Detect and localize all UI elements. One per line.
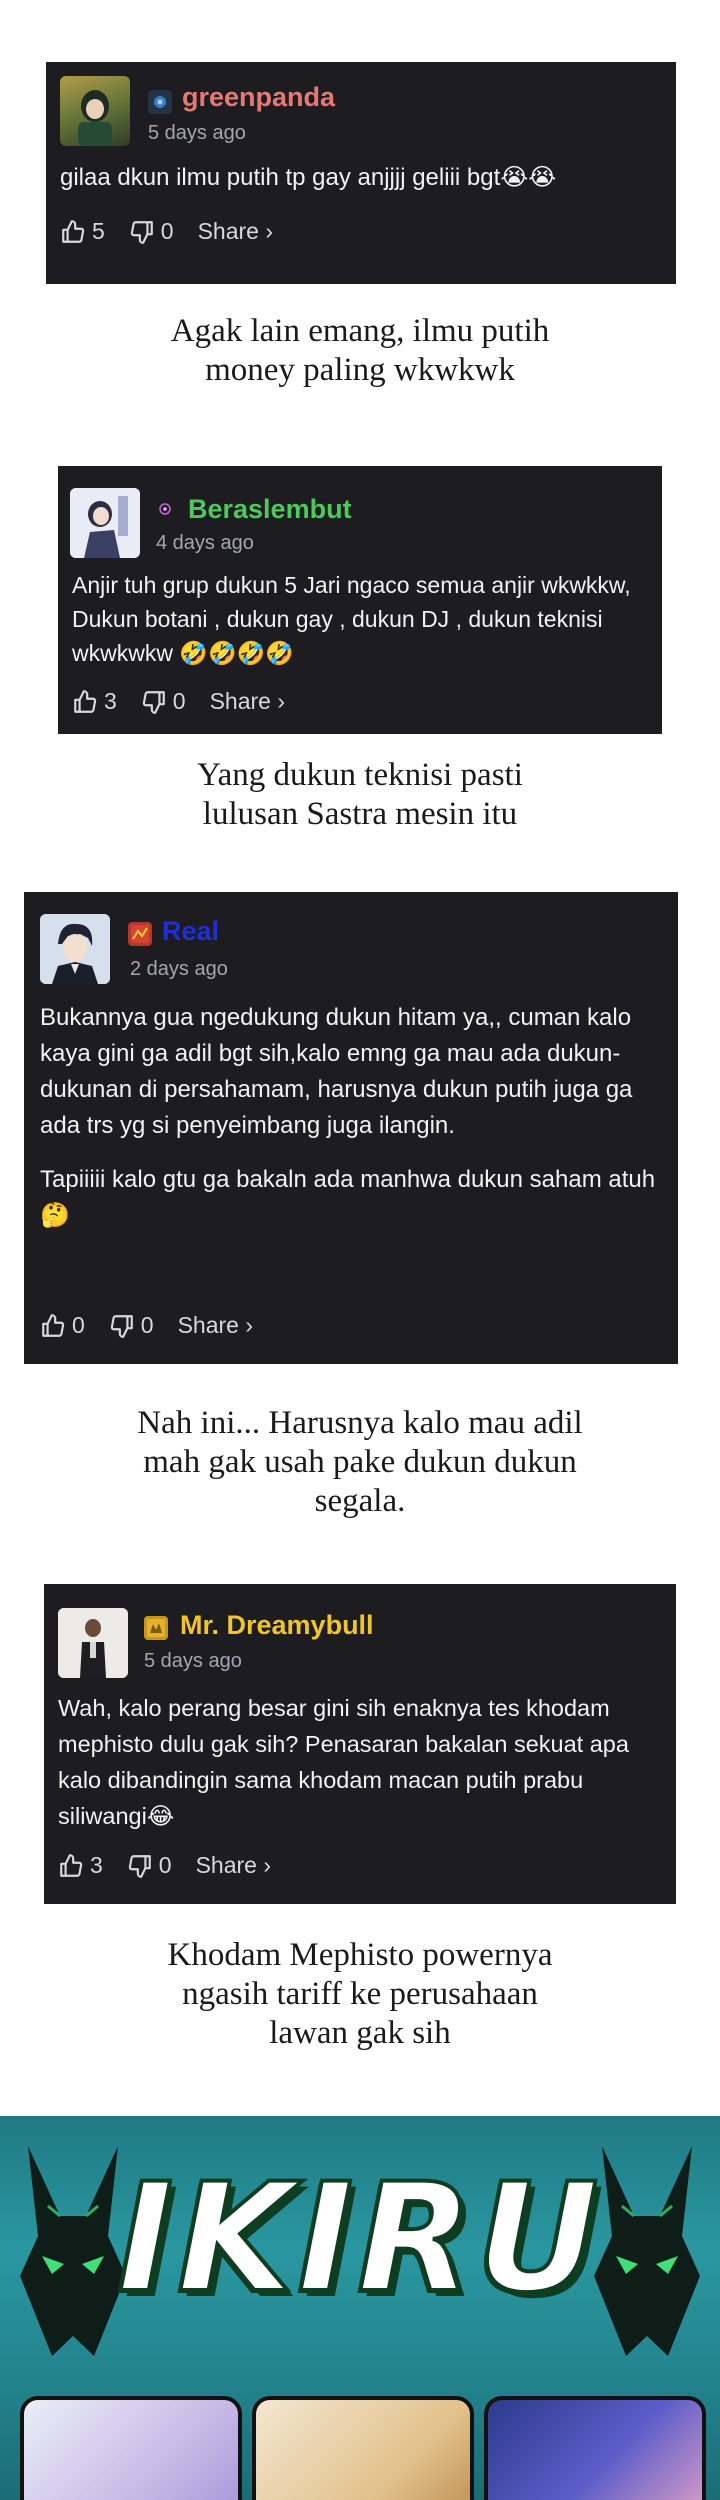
comment-text: gilaa dkun ilmu putih tp gay anjjjj geli… <box>60 164 557 191</box>
thumbs-up-icon <box>60 1853 83 1877</box>
comment-body: gilaa dkun ilmu putih tp gay anjjjj geli… <box>60 160 660 196</box>
comment-card: Mr. Dreamybull 5 days ago Wah, kalo pera… <box>44 1584 676 1904</box>
comment-actions: 3 0 Share › <box>58 1852 295 1879</box>
share-button[interactable]: Share › <box>198 218 273 245</box>
thumbs-down-icon <box>128 1854 151 1878</box>
username[interactable]: Real <box>162 916 219 947</box>
thumbs-down-icon <box>142 690 165 714</box>
ikiru-banner[interactable]: IKIRU <box>0 2116 720 2500</box>
dislike-button[interactable]: 0 <box>127 1852 172 1879</box>
share-button[interactable]: Share › <box>210 688 285 715</box>
dislike-count: 0 <box>172 688 186 714</box>
thumbs-down-icon <box>110 1314 133 1338</box>
timestamp: 5 days ago <box>144 1650 242 1672</box>
manga-thumbnail[interactable] <box>252 2396 474 2500</box>
rank-badge-icon <box>148 90 172 114</box>
banner-logo-text: IKIRU <box>115 2150 603 2328</box>
timestamp: 5 days ago <box>148 122 246 144</box>
dislike-count: 0 <box>158 1852 172 1878</box>
dislike-button[interactable]: 0 <box>129 218 174 245</box>
thumbs-up-icon <box>62 219 85 243</box>
dislike-count: 0 <box>160 218 174 244</box>
thumbs-down-icon <box>130 220 153 244</box>
like-button[interactable]: 3 <box>72 688 117 715</box>
caption: Khodam Mephisto powernya ngasih tariff k… <box>0 1936 720 2053</box>
caption: Agak lain emang, ilmu putih money paling… <box>0 312 720 390</box>
share-button[interactable]: Share › <box>178 1312 253 1339</box>
caption-text: Nah ini... Harusnya kalo mau adil mah ga… <box>137 1405 583 1519</box>
comment-card: Real 2 days ago Bukannya gua ngedukung d… <box>24 892 678 1364</box>
avatar[interactable] <box>40 914 110 984</box>
comment-card: greenpanda 5 days ago gilaa dkun ilmu pu… <box>46 62 676 284</box>
username[interactable]: Mr. Dreamybull <box>180 1610 374 1641</box>
comment-text: Anjir tuh grup dukun 5 Jari ngaco semua … <box>72 572 631 666</box>
avatar[interactable] <box>58 1608 128 1678</box>
comment-body: Wah, kalo perang besar gini sih enaknya … <box>58 1690 658 1834</box>
timestamp: 2 days ago <box>130 958 228 980</box>
like-button[interactable]: 5 <box>60 218 105 245</box>
dislike-count: 0 <box>140 1312 154 1338</box>
like-count: 3 <box>104 688 117 714</box>
comment-card: Beraslembut 4 days ago Anjir tuh grup du… <box>58 466 662 734</box>
caption-text: Agak lain emang, ilmu putih money paling… <box>170 313 550 388</box>
rank-badge-icon <box>156 500 174 518</box>
avatar[interactable] <box>70 488 140 558</box>
thumbs-up-icon <box>74 689 97 713</box>
caption-text: Khodam Mephisto powernya ngasih tariff k… <box>167 1937 553 2051</box>
comment-actions: 0 0 Share › <box>40 1312 277 1339</box>
username[interactable]: greenpanda <box>182 82 335 113</box>
comment-text: Wah, kalo perang besar gini sih enaknya … <box>58 1695 629 1829</box>
caption-text: Yang dukun teknisi pasti lulusan Sastra … <box>197 757 523 832</box>
username[interactable]: Beraslembut <box>188 494 352 525</box>
share-button[interactable]: Share › <box>196 1852 271 1879</box>
comment-text: Tapiiiii kalo gtu ga bakaln ada manhwa d… <box>40 1166 656 1229</box>
like-count: 0 <box>72 1312 85 1338</box>
manga-thumbnail[interactable] <box>20 2396 242 2500</box>
rank-badge-icon <box>128 922 152 946</box>
thumbs-up-icon <box>42 1313 65 1337</box>
like-button[interactable]: 3 <box>58 1852 103 1879</box>
like-count: 5 <box>92 218 105 244</box>
comment-body: Bukannya gua ngedukung dukun hitam ya,, … <box>40 1000 664 1234</box>
like-count: 3 <box>90 1852 103 1878</box>
timestamp: 4 days ago <box>156 532 254 554</box>
dislike-button[interactable]: 0 <box>109 1312 154 1339</box>
comment-body: Anjir tuh grup dukun 5 Jari ngaco semua … <box>72 568 652 670</box>
comment-actions: 5 0 Share › <box>60 218 297 245</box>
comment-actions: 3 0 Share › <box>72 688 309 715</box>
like-button[interactable]: 0 <box>40 1312 85 1339</box>
manga-thumbnail[interactable] <box>484 2396 706 2500</box>
dislike-button[interactable]: 0 <box>141 688 186 715</box>
caption: Nah ini... Harusnya kalo mau adil mah ga… <box>0 1404 720 1521</box>
caption: Yang dukun teknisi pasti lulusan Sastra … <box>0 756 720 834</box>
comment-text: Bukannya gua ngedukung dukun hitam ya,, … <box>40 1004 633 1139</box>
rank-badge-icon <box>144 1616 168 1640</box>
avatar[interactable] <box>60 76 130 146</box>
